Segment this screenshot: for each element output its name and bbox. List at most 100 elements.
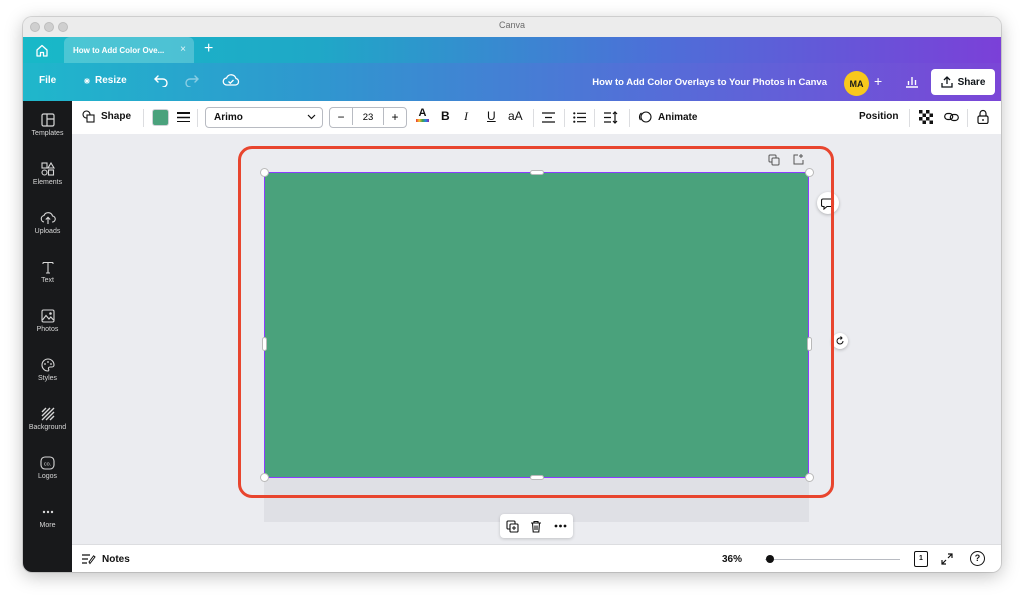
annotation-highlight-box [238, 146, 834, 498]
border-style-icon[interactable] [177, 112, 190, 123]
edit-shape-button[interactable]: Shape [82, 110, 131, 123]
undo-icon[interactable] [153, 73, 169, 87]
upload-share-icon [940, 76, 953, 88]
lock-icon[interactable] [977, 109, 989, 124]
logos-icon: co. [40, 456, 55, 470]
sidebar-item-logos[interactable]: co. Logos [23, 456, 72, 480]
document-tab-label: How to Add Color Ove... [73, 45, 165, 55]
add-collaborator-button[interactable]: + [874, 73, 882, 89]
bold-button[interactable]: B [441, 109, 450, 123]
divider [629, 109, 630, 127]
share-button[interactable]: Share [931, 69, 995, 95]
insights-icon[interactable] [905, 74, 919, 88]
side-panel: Templates Elements Uploads Text Photos S… [23, 101, 72, 572]
redo-icon[interactable] [184, 73, 200, 87]
sidebar-item-label: Logos [37, 473, 58, 480]
font-size-input[interactable]: 23 [352, 112, 384, 123]
sidebar-item-label: Background [28, 424, 67, 431]
divider [594, 109, 595, 127]
position-button[interactable]: Position [859, 111, 898, 122]
font-family-value: Arimo [214, 112, 243, 123]
divider [967, 109, 968, 127]
font-size-stepper[interactable]: − 23 + [329, 107, 407, 128]
letter-case-button[interactable]: aA [508, 109, 523, 123]
sidebar-item-label: Text [41, 277, 54, 284]
sidebar-item-more[interactable]: More [23, 505, 72, 529]
divider [909, 109, 910, 127]
italic-button[interactable]: I [464, 109, 468, 124]
avatar[interactable]: MA [844, 71, 869, 96]
sidebar-item-label: More [39, 522, 56, 529]
sidebar-item-templates[interactable]: Templates [23, 113, 72, 137]
text-icon [41, 261, 54, 274]
notes-button[interactable]: Notes [82, 553, 130, 565]
sidebar-item-background[interactable]: Background [23, 407, 72, 431]
decrease-font-size-button[interactable]: − [330, 108, 353, 125]
zoom-slider[interactable] [765, 559, 900, 560]
rotate-handle[interactable] [832, 333, 848, 349]
page-count: 1 [919, 555, 923, 562]
context-toolbar: Shape Arimo − 23 + A B I U aA Animate Po… [72, 101, 1001, 135]
document-title[interactable]: How to Add Color Overlays to Your Photos… [592, 77, 827, 88]
element-action-bar [500, 514, 573, 538]
transparency-icon[interactable] [919, 110, 933, 124]
divider [197, 109, 198, 127]
help-button[interactable]: ? [970, 551, 985, 566]
close-tab-icon[interactable]: × [180, 44, 186, 55]
divider [564, 109, 565, 127]
align-center-icon[interactable] [542, 112, 555, 123]
animate-label: Animate [658, 111, 698, 123]
divider [143, 109, 144, 127]
shape-icon [82, 110, 95, 123]
sidebar-item-elements[interactable]: Elements [23, 162, 72, 186]
templates-icon [40, 113, 55, 127]
title-bar: Canva [23, 17, 1001, 38]
document-tab[interactable]: How to Add Color Ove... × [64, 37, 194, 63]
zoom-level[interactable]: 36% [722, 554, 742, 565]
increase-font-size-button[interactable]: + [383, 108, 406, 125]
editor-footer: Notes 36% 1 ? [72, 544, 1001, 572]
sidebar-item-text[interactable]: Text [23, 260, 72, 284]
font-family-dropdown[interactable]: Arimo [205, 107, 323, 128]
uploads-icon [40, 212, 56, 224]
window-title: Canva [498, 20, 525, 30]
rotate-icon [836, 336, 844, 345]
text-color-button[interactable]: A [416, 107, 429, 122]
sidebar-item-styles[interactable]: Styles [23, 358, 72, 382]
text-color-letter: A [418, 107, 427, 119]
fullscreen-icon[interactable] [941, 553, 953, 565]
page-count-button[interactable]: 1 [914, 551, 928, 567]
trash-icon[interactable] [530, 520, 542, 533]
tab-bar: How to Add Color Ove... × + [23, 37, 1001, 63]
link-icon[interactable] [944, 111, 959, 123]
zoom-slider-handle[interactable] [766, 555, 774, 563]
home-icon [35, 44, 48, 57]
more-options-icon[interactable] [554, 524, 567, 528]
chevron-down-icon [307, 114, 316, 120]
animate-button[interactable]: Animate [638, 110, 697, 124]
bulleted-list-icon[interactable] [573, 112, 586, 123]
duplicate-icon[interactable] [506, 519, 519, 533]
sidebar-item-label: Photos [36, 326, 59, 333]
svg-text:co.: co. [44, 461, 52, 467]
sidebar-item-uploads[interactable]: Uploads [23, 211, 72, 235]
sidebar-item-photos[interactable]: Photos [23, 309, 72, 333]
spacing-icon[interactable] [604, 111, 618, 124]
help-icon: ? [974, 553, 981, 563]
resize-label: Resize [95, 75, 127, 86]
underline-button[interactable]: U [487, 109, 496, 123]
resize-button[interactable]: Resize [83, 75, 127, 86]
share-label: Share [957, 76, 986, 88]
file-menu[interactable]: File [39, 75, 56, 86]
app-window: Canva How to Add Color Ove... × + File R… [23, 17, 1001, 572]
home-tab[interactable] [23, 37, 60, 63]
resize-icon [84, 77, 90, 84]
styles-icon [40, 358, 55, 372]
new-tab-button[interactable]: + [204, 40, 213, 58]
cloud-saved-icon[interactable] [222, 73, 240, 88]
photos-icon [40, 309, 55, 323]
rainbow-color-bar [416, 119, 429, 122]
color-swatch[interactable] [152, 109, 169, 126]
shape-label: Shape [101, 111, 132, 122]
background-icon [41, 407, 54, 421]
